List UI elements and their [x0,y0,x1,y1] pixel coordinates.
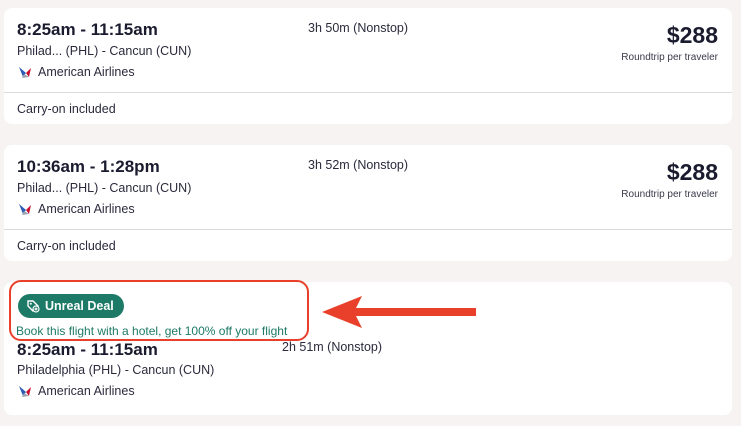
divider [4,229,732,230]
price-note: Roundtrip per traveler [621,52,718,63]
flight-times: 8:25am - 11:15am [17,340,158,359]
carry-on-info: Carry-on included [17,239,116,253]
divider [4,92,732,93]
flight-result-card[interactable]: 10:36am - 1:28pm Philad... (PHL) - Cancu… [4,145,732,261]
airline: American Airlines [17,201,135,217]
airline: American Airlines [17,383,135,399]
flight-duration: 2h 51m (Nonstop) [282,340,383,354]
american-airlines-logo-icon [19,204,31,215]
airline-name: American Airlines [38,384,135,398]
american-airlines-logo-icon [19,386,31,397]
flight-result-card[interactable]: 8:25am - 11:15am Philad... (PHL) - Cancu… [4,8,732,124]
carry-on-info: Carry-on included [17,102,116,116]
airline: American Airlines [17,64,135,80]
flight-times: 10:36am - 1:28pm [17,157,160,176]
flight-duration: 3h 50m (Nonstop) [308,21,409,35]
airline-name: American Airlines [38,65,135,79]
annotation-arrow-icon [322,296,476,328]
annotation-highlight-box [9,280,309,341]
flight-route: Philad... (PHL) - Cancun (CUN) [17,44,192,58]
flight-route: Philad... (PHL) - Cancun (CUN) [17,181,192,195]
flight-price: $288 [666,159,718,185]
american-airlines-logo-icon [19,67,31,78]
flight-route: Philadelphia (PHL) - Cancun (CUN) [17,363,215,377]
airline-name: American Airlines [38,202,135,216]
price-note: Roundtrip per traveler [621,189,718,200]
flight-price: $288 [666,22,718,48]
flight-duration: 3h 52m (Nonstop) [308,158,409,172]
flight-times: 8:25am - 11:15am [17,20,158,39]
